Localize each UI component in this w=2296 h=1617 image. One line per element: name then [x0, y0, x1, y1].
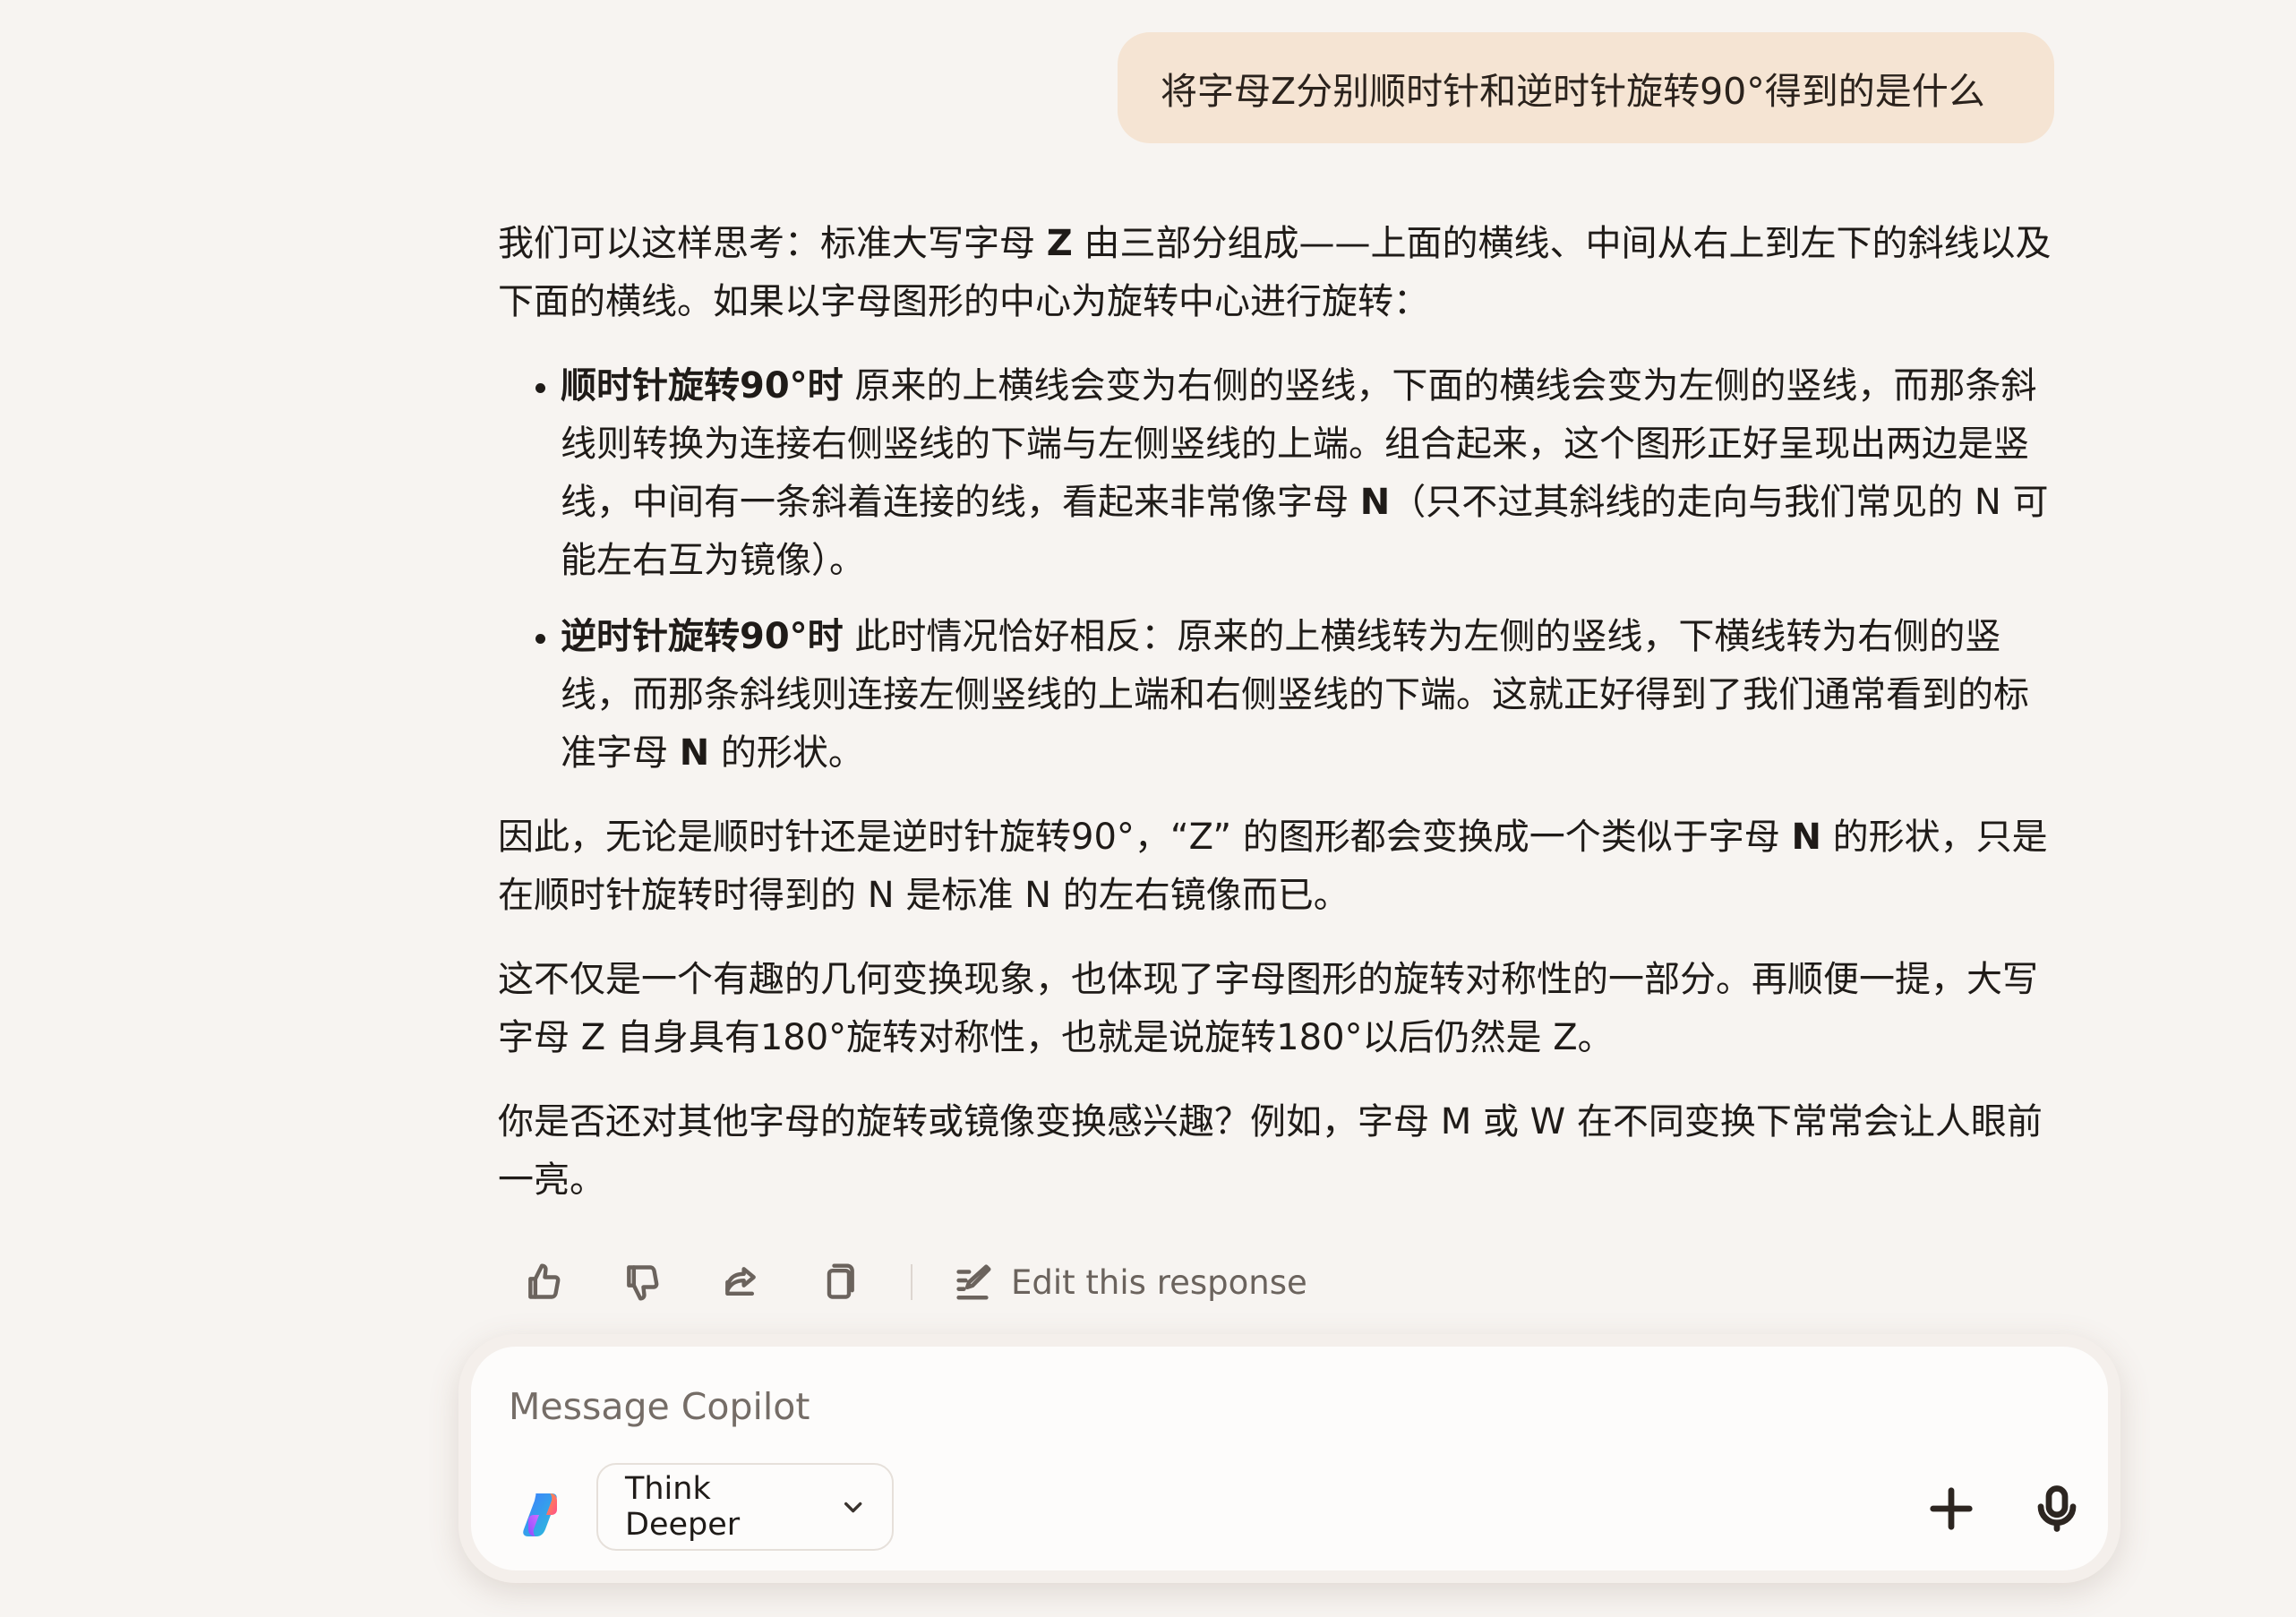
thumbs-down-button[interactable] [613, 1253, 671, 1311]
response-paragraph: 因此，无论是顺时针还是逆时针旋转90°，“Z” 的图形都会变换成一个类似于字母 … [498, 817, 2048, 916]
edit-response-label: Edit this response [1011, 1262, 1307, 1302]
chevron-down-icon [844, 1502, 862, 1513]
thumbs-up-button[interactable] [515, 1253, 572, 1311]
edit-response-button[interactable]: Edit this response [952, 1262, 1307, 1303]
share-icon [725, 1267, 756, 1296]
list-item: 顺时针旋转90°时 原来的上横线会变为右侧的竖线，下面的横线会变为左侧的竖线，而… [561, 357, 2056, 590]
microphone-icon [2037, 1485, 2077, 1532]
list-item: 逆时针旋转90°时 此时情况恰好相反：原来的上横线转为左侧的竖线，下横线转为右侧… [561, 608, 2056, 783]
message-input[interactable] [507, 1370, 2033, 1443]
user-message-text: 将字母Z分别顺时针和逆时针旋转90°得到的是什么 [1161, 70, 1985, 113]
share-button[interactable] [712, 1253, 769, 1311]
response-bullet-list: 顺时针旋转90°时 原来的上横线会变为右侧的竖线，下面的横线会变为左侧的竖线，而… [498, 357, 2056, 783]
user-message-bubble: 将字母Z分别顺时针和逆时针旋转90°得到的是什么 [1118, 32, 2054, 143]
mode-select[interactable]: Think Deeper [596, 1463, 894, 1551]
microphone-button[interactable] [2026, 1477, 2088, 1540]
response-intro: 我们可以这样思考：标准大写字母 Z 由三部分组成——上面的横线、中间从右上到左下… [498, 223, 2052, 322]
edit-icon [956, 1264, 991, 1300]
action-divider [911, 1264, 912, 1300]
thumbs-up-icon [528, 1263, 561, 1299]
copilot-logo-icon [523, 1493, 557, 1536]
assistant-response: 我们可以这样思考：标准大写字母 Z 由三部分组成——上面的横线、中间从右上到左下… [498, 215, 2056, 1236]
copy-button[interactable] [810, 1253, 868, 1311]
mode-label: Think Deeper [625, 1471, 741, 1543]
add-attachment-button[interactable] [1920, 1477, 1983, 1540]
response-paragraph: 这不仅是一个有趣的几何变换现象，也体现了字母图形的旋转对称性的一部分。再顺便一提… [498, 959, 2038, 1058]
message-composer: Think Deeper [458, 1334, 2120, 1583]
response-paragraph: 你是否还对其他字母的旋转或镜像变换感兴趣？例如，字母 M 或 W 在不同变换下常… [498, 1101, 2043, 1201]
thumbs-down-icon [627, 1265, 659, 1301]
plus-icon [1930, 1487, 1973, 1530]
copy-icon [827, 1263, 854, 1299]
response-actions: Edit this response [515, 1253, 1307, 1311]
